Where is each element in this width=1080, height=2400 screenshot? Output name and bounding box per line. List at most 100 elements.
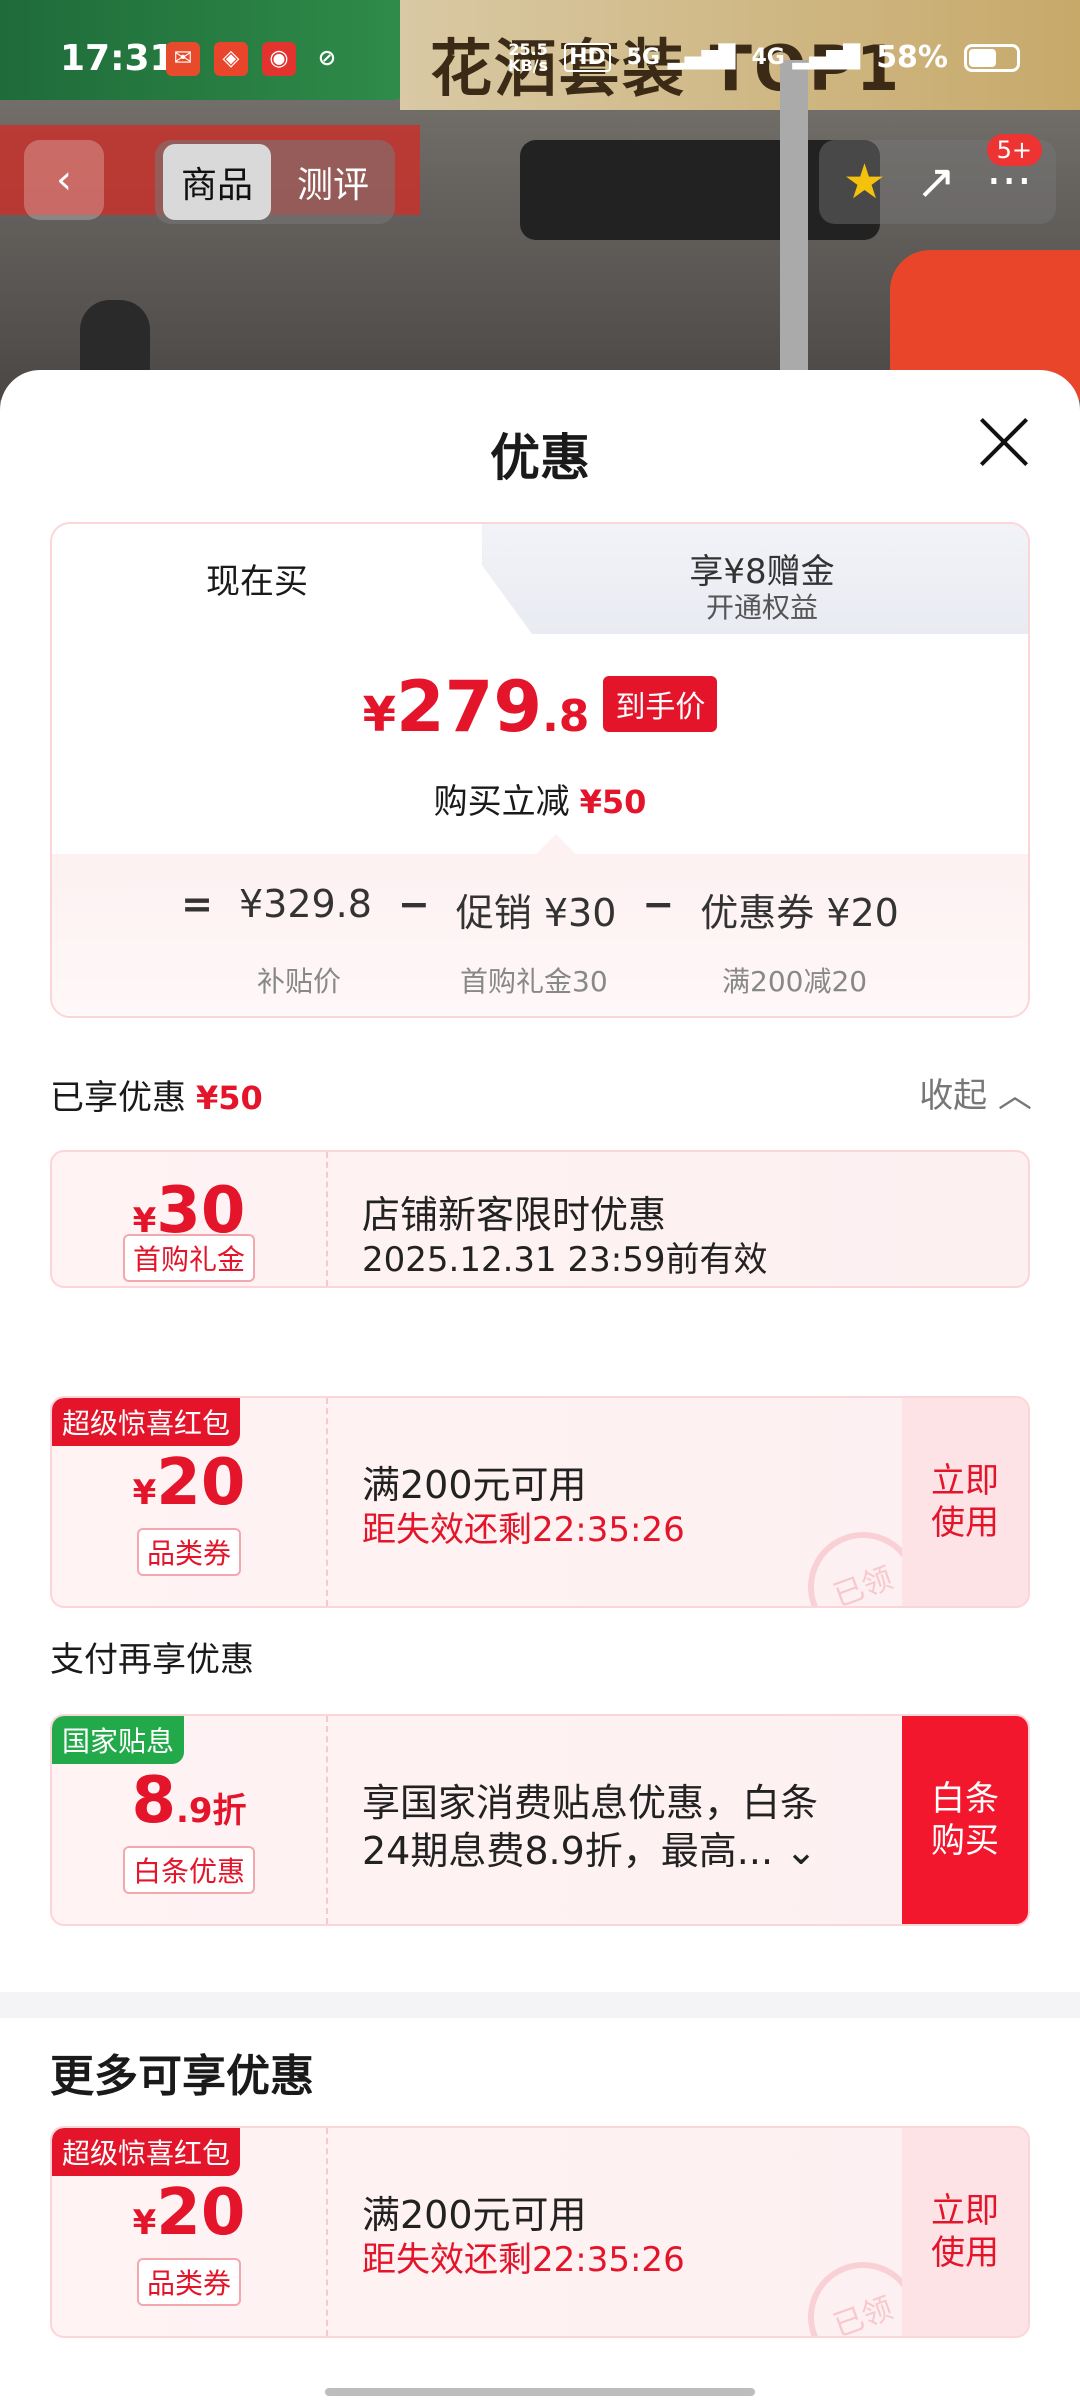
baitiao-buy-button[interactable]: 白条购买 (902, 1716, 1028, 1924)
favorite-star-icon[interactable]: ★ (843, 140, 886, 224)
price-summary-card: 享¥8赠金 开通权益 现在买 ¥279.8 到手价 购买立减 ¥50 = ¥329.… (50, 522, 1030, 1018)
coupon-value: ¥20 (52, 2176, 326, 2250)
app-notification-icon: ⊘ (317, 46, 337, 71)
coupon-validity: 2025.12.31 23:59前有效 (362, 1240, 768, 1280)
final-price-tag: 到手价 (603, 676, 718, 732)
app-notification-icon: ◉ (262, 42, 296, 76)
minus-sign: − (642, 882, 675, 926)
signal-5g-label: 5G (626, 45, 661, 70)
coupon-value: ¥20 (52, 1446, 326, 1520)
promo-label: 首购礼金30 (460, 965, 608, 998)
use-now-button[interactable]: 立即使用 (902, 1398, 1028, 1606)
final-price-decimal: .8 (542, 691, 590, 742)
payment-discount-title: 支付再享优惠 (50, 1640, 254, 1680)
coupon-title: 满200元可用 (362, 1463, 587, 1507)
app-notification-icon: ✉ (166, 42, 200, 76)
coupon-currency: ¥ (132, 2203, 157, 2243)
nav-tabs: 商品 测评 (155, 140, 396, 224)
discount-sheet: 优惠 享¥8赠金 开通权益 现在买 ¥279.8 到手价 购买立减 ¥50 = ¥3… (0, 370, 1080, 2400)
coupon-category: ¥20 品类券 超级惊喜红包 满200元可用 距失效还剩22:35:26 已领 … (50, 1396, 1030, 1608)
coupon-value: 8.9折 (52, 1764, 326, 1838)
coupon-title: 满200元可用 (362, 2193, 587, 2237)
enjoyed-label: 已享优惠 (50, 1078, 186, 1118)
product-nav-bar: ‹ 商品 测评 ★ ↗ ··· 5+ (0, 134, 1080, 230)
enjoyed-amount: ¥50 (196, 1079, 263, 1117)
baitiao-buy-label: 白条购买 (931, 1779, 999, 1861)
reduction-amount: ¥50 (579, 783, 647, 821)
discount-rate-suffix: .9折 (175, 1791, 247, 1831)
coupon-value-area: ¥30 首购礼金 (52, 1152, 328, 1286)
payment-offer-line1: 享国家消费贴息优惠，白条 (362, 1781, 819, 1825)
coupon-ribbon: 国家贴息 (52, 1716, 185, 1764)
network-speed-unit: KB/s (508, 55, 549, 75)
status-time: 17:31 (60, 38, 175, 79)
app-notification-icon: ◈ (214, 42, 248, 76)
coupon-type-tag: 品类券 (52, 1528, 326, 1576)
share-icon[interactable]: ↗ (916, 140, 956, 224)
use-now-label: 立即使用 (931, 2191, 999, 2273)
discount-rate-integer: 8 (131, 1764, 176, 1838)
close-icon[interactable] (976, 414, 1032, 470)
coupon-type-label: 品类券 (136, 1528, 241, 1576)
base-price-label: 补贴价 (257, 965, 342, 998)
tab-membership-subtitle[interactable]: 开通权益 (482, 586, 1028, 626)
home-indicator[interactable] (325, 2388, 755, 2396)
status-right: 25.5 KB/s HD 5G ▂▄▆█ 4G ▂▄▆█ 58% (508, 40, 1020, 75)
coupon-baitiao: 8.9折 白条优惠 国家贴息 享国家消费贴息优惠，白条 24期息费8.9折，最高… (50, 1714, 1030, 1926)
price-breakdown: = ¥329.8 − 促销 ¥30 − 优惠券 ¥20 补贴价 首购礼金30 满… (52, 854, 1028, 1016)
minus-sign: − (397, 882, 430, 926)
coupon-type-label: 白条优惠 (122, 1846, 255, 1894)
breakdown-formula: = ¥329.8 − 促销 ¥30 − 优惠券 ¥20 (52, 882, 1028, 937)
back-button[interactable]: ‹ (24, 140, 104, 220)
coupon-category-more: ¥20 品类券 超级惊喜红包 满200元可用 距失效还剩22:35:26 已领 … (50, 2126, 1030, 2338)
coupon-discount: 优惠券 ¥20 (700, 891, 899, 935)
tab-buy-now-label: 现在买 (206, 562, 308, 602)
coupon-type-label: 首购礼金 (122, 1234, 255, 1282)
reduction-label: 购买立减 (433, 782, 570, 822)
coupon-ribbon: 超级惊喜红包 (52, 1398, 241, 1446)
notification-icons: ✉ ◈ ◉ ⊘ (166, 42, 344, 76)
use-now-button[interactable]: 立即使用 (902, 2128, 1028, 2336)
network-speed: 25.5 KB/s (508, 41, 549, 75)
final-price-integer: 279 (395, 666, 543, 748)
signal-4g-icon: 4G ▂▄▆█ (751, 45, 861, 70)
coupon-type-tag: 白条优惠 (52, 1846, 326, 1894)
coupon-type-tag: 首购礼金 (52, 1234, 326, 1282)
final-price: ¥279.8 到手价 (52, 666, 1028, 748)
tab-reviews[interactable]: 测评 (279, 144, 387, 220)
promo-discount: 促销 ¥30 (455, 891, 617, 935)
coupon-currency: ¥ (132, 1473, 157, 1513)
sheet-title: 优惠 (490, 429, 590, 487)
battery-fill (969, 48, 996, 67)
payment-offer-line2[interactable]: 24期息费8.9折，最高... ⌄ (362, 1820, 882, 1875)
coupon-amount: 20 (156, 1446, 246, 1520)
coupon-new-customer: ¥30 首购礼金 店铺新客限时优惠 2025.12.31 23:59前有效 (50, 1150, 1030, 1288)
hd-icon: HD (564, 43, 611, 72)
collapse-button[interactable]: 收起 ︿ (919, 1068, 1032, 1117)
base-price: ¥329.8 (238, 882, 372, 926)
signal-4g-label: 4G (751, 45, 785, 70)
instant-reduction: 购买立减 ¥50 (52, 774, 1028, 823)
coupon-label: 满200减20 (722, 965, 868, 998)
message-count-badge: 5+ (986, 134, 1042, 166)
coupon-type-label: 品类券 (136, 2258, 241, 2306)
use-now-label: 立即使用 (931, 1461, 999, 1543)
signal-5g-icon: 5G ▂▄▆█ (626, 45, 736, 70)
coupon-title: 店铺新客限时优惠 (362, 1193, 667, 1237)
status-bar: 17:31 ✉ ◈ ◉ ⊘ 25.5 KB/s HD 5G ▂▄▆█ 4G ▂▄… (0, 0, 1080, 120)
more-offers-title: 更多可享优惠 (50, 2051, 314, 2102)
nav-actions: ★ ↗ ··· 5+ (818, 134, 1056, 224)
coupon-ribbon: 超级惊喜红包 (52, 2128, 241, 2176)
currency-symbol: ¥ (362, 687, 396, 743)
coupon-countdown: 距失效还剩22:35:26 (362, 1510, 685, 1550)
coupon-countdown: 距失效还剩22:35:26 (362, 2240, 685, 2280)
coupon-type-tag: 品类券 (52, 2258, 326, 2306)
tab-buy-now[interactable]: 现在买 (52, 524, 482, 634)
coupon-amount: 20 (156, 2176, 246, 2250)
battery-percent: 58% (876, 40, 948, 75)
equals-sign: = (181, 882, 213, 926)
section-divider (0, 1992, 1080, 2018)
enjoyed-discount: 已享优惠 ¥50 (50, 1070, 263, 1119)
battery-icon (964, 43, 1020, 72)
tab-product[interactable]: 商品 (163, 144, 272, 220)
